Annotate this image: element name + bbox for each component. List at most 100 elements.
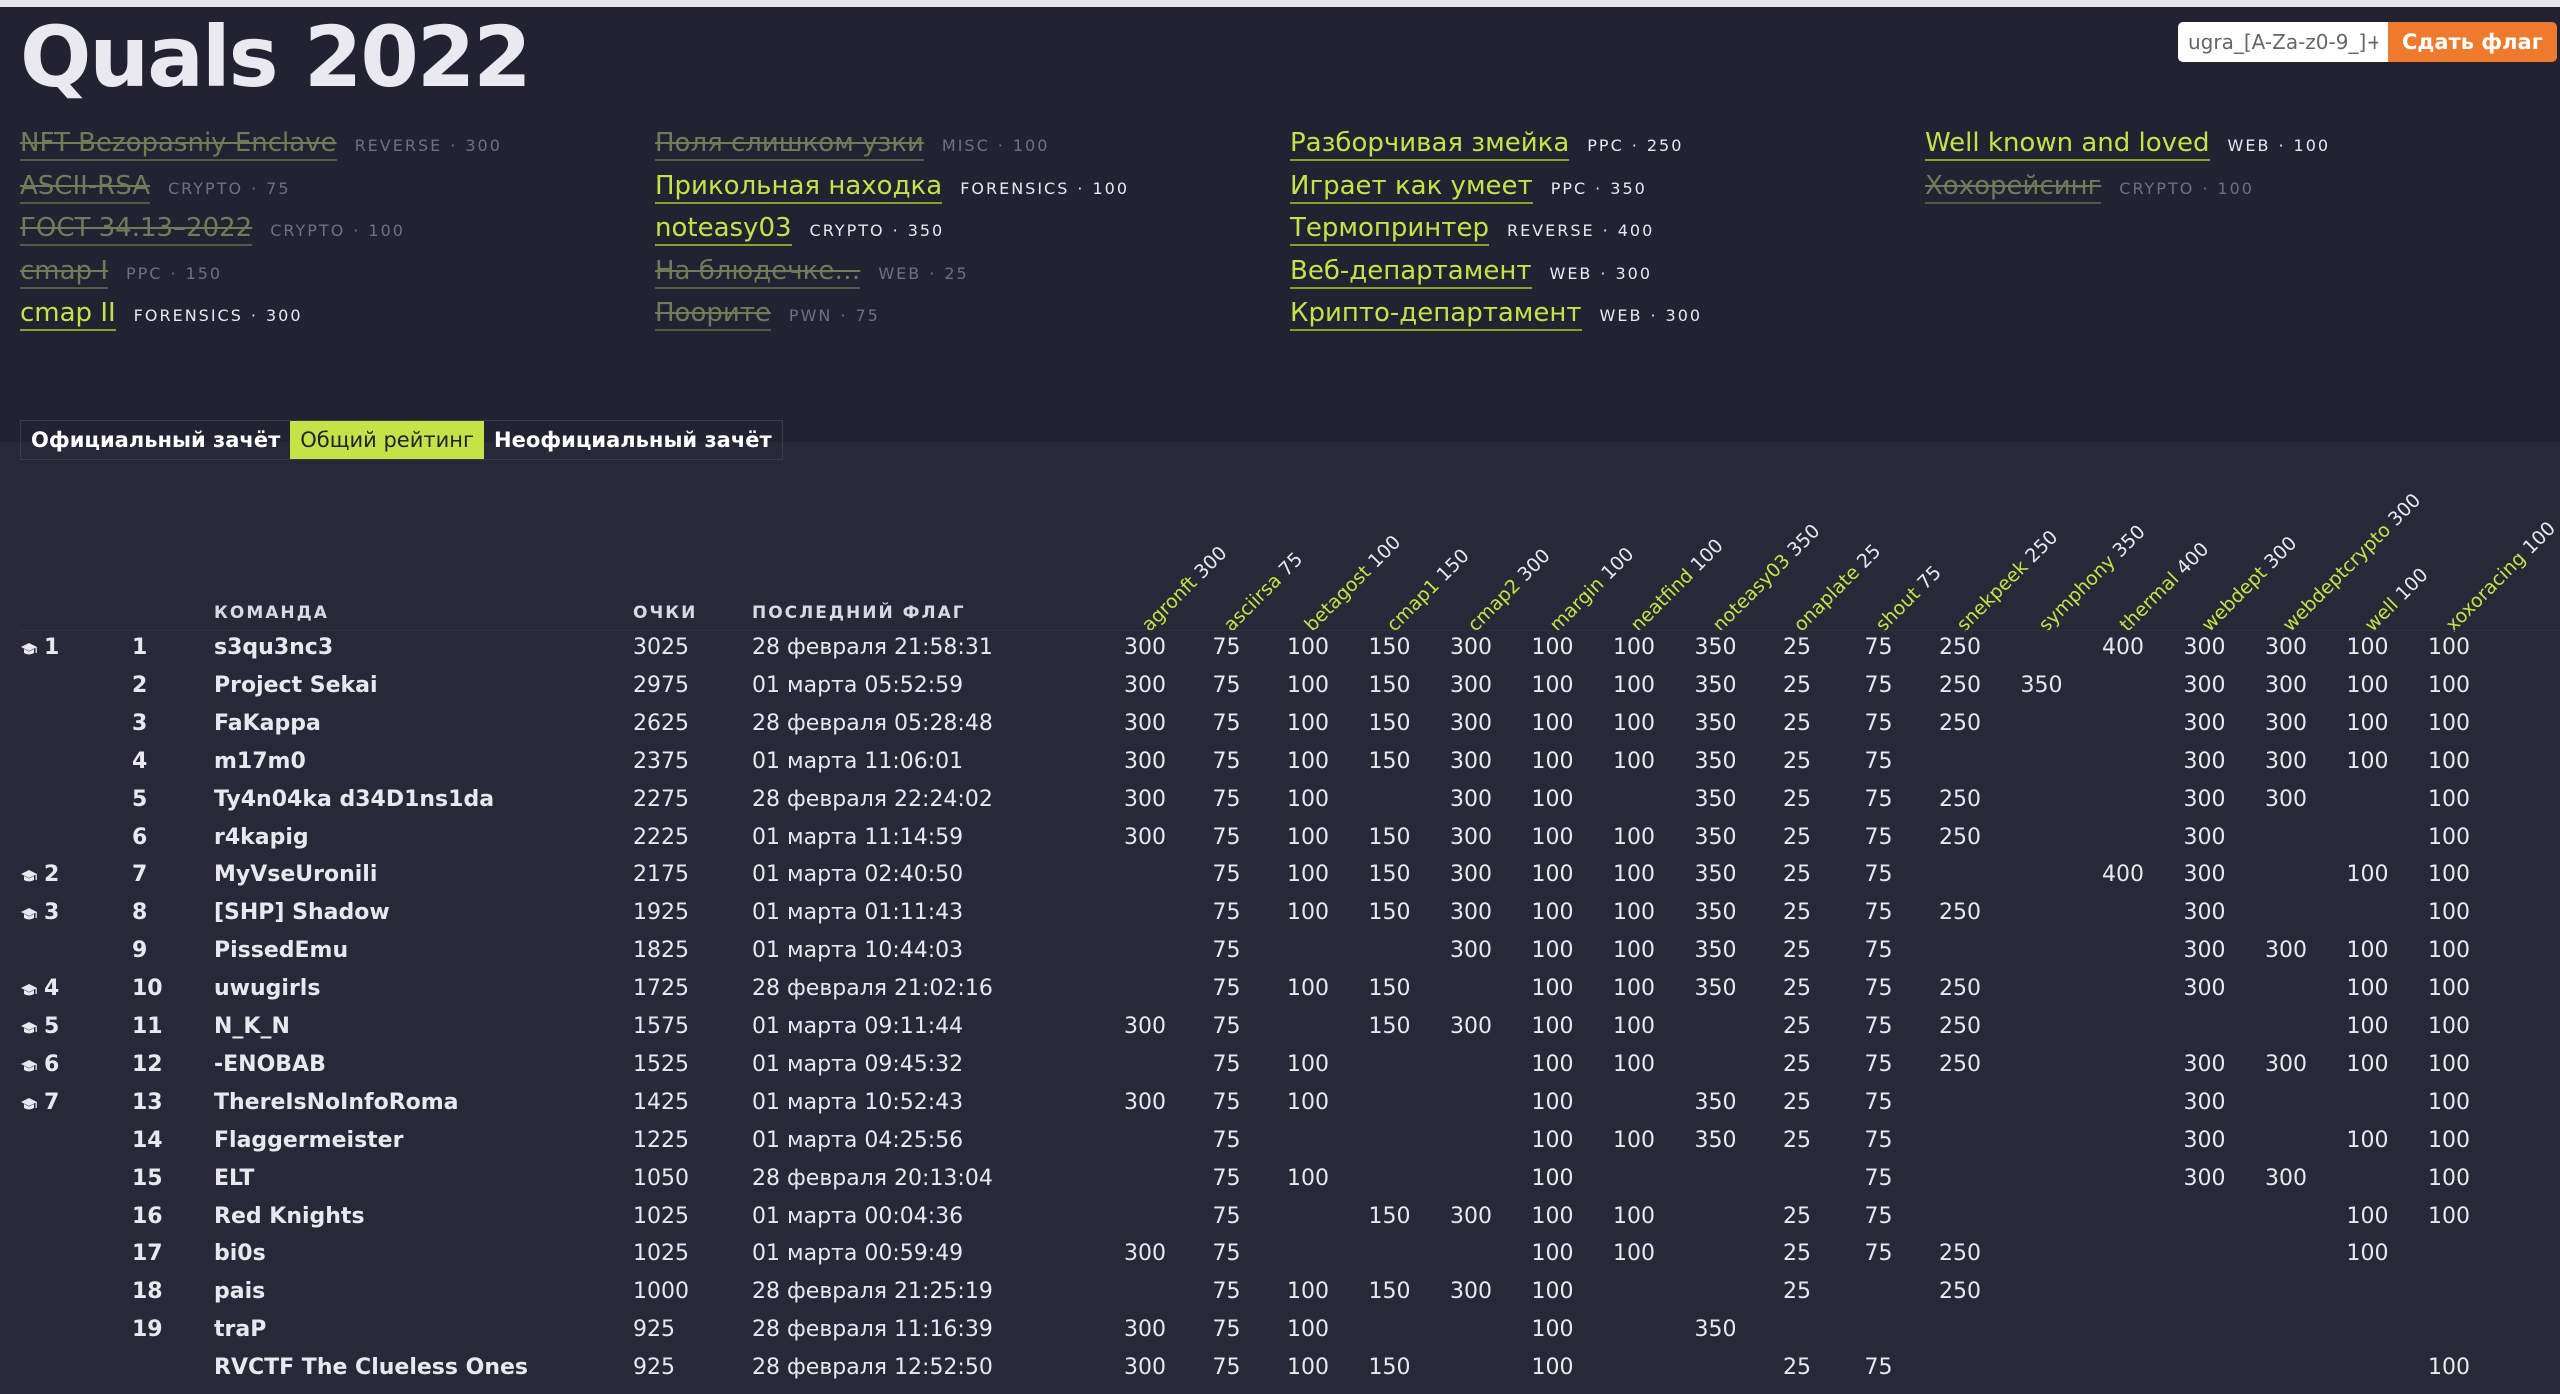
team-name[interactable]: s3qu3nc3	[214, 629, 333, 667]
task-item: Хохорейсинг CRYPTO · 100	[1925, 170, 2330, 214]
team-name[interactable]: ELT	[214, 1160, 254, 1198]
solve-cell: 100	[1287, 710, 1329, 736]
place-number: 5	[132, 786, 148, 812]
team-name[interactable]: m17m0	[214, 743, 306, 781]
scoreboard-tab[interactable]: Общий рейтинг	[290, 421, 485, 459]
team-name[interactable]: bi0s	[214, 1235, 266, 1273]
solve-cell: 75	[1864, 1051, 1893, 1077]
scoreboard-tab[interactable]: Официальный зачёт	[21, 421, 290, 459]
task-link[interactable]: Поорите	[655, 298, 771, 331]
last-flag-time: 28 февраля 21:02:16	[752, 976, 993, 1002]
team-name[interactable]: PissedEmu	[214, 932, 348, 970]
task-link[interactable]: cmap I	[20, 255, 108, 289]
team-name[interactable]: ThereIsNoInfoRoma	[214, 1084, 459, 1122]
team-score: 925	[633, 1355, 675, 1381]
separator-dot: ·	[1602, 221, 1610, 240]
last-flag-time: 28 февраля 21:58:31	[752, 635, 993, 660]
solve-cell: 25	[1783, 672, 1811, 698]
team-name[interactable]: traP	[214, 1311, 266, 1349]
team-name[interactable]: MyVseUronili	[214, 856, 377, 894]
last-flag-time: 28 февраля 11:16:39	[752, 1317, 993, 1343]
team-name[interactable]: Project Sekai	[214, 667, 378, 705]
place-number: 2	[132, 672, 148, 698]
task-link[interactable]: Хохорейсинг	[1925, 170, 2102, 204]
task-link[interactable]: noteasy03	[655, 213, 792, 246]
solve-cell: 100	[1287, 976, 1329, 1002]
task-link[interactable]: Поля слишком узки	[655, 128, 924, 161]
task-meta: REVERSE · 400	[1507, 221, 1654, 240]
task-item: NFT Bezopasniy Enclave REVERSE · 300	[20, 128, 502, 171]
task-link[interactable]: ГОСТ 34.13–2022	[20, 213, 253, 246]
solve-cell: 100	[1531, 1355, 1574, 1381]
official-rank: 2	[20, 856, 59, 894]
official-rank: 4	[20, 970, 59, 1008]
solve-cell: 350	[1694, 786, 1737, 812]
team-name[interactable]: Ty4n04ka d34D1ns1da	[214, 781, 494, 819]
solve-cell: 300	[1450, 786, 1492, 812]
solve-cell: 300	[1450, 862, 1492, 888]
solve-cell: 100	[2346, 1127, 2389, 1153]
task-link[interactable]: cmap II	[20, 298, 116, 331]
team-name[interactable]: uwugirls	[214, 970, 320, 1008]
task-category: WEB	[878, 263, 922, 283]
submit-flag-button[interactable]: Сдать флаг	[2388, 22, 2557, 62]
task-link[interactable]: Термопринтер	[1290, 213, 1489, 246]
task-item: noteasy03 CRYPTO · 350	[655, 213, 1129, 256]
task-item: ASCII-RSA CRYPTO · 75	[20, 170, 502, 214]
task-link[interactable]: Прикольная находка	[655, 170, 943, 204]
solve-cell: 75	[1212, 938, 1241, 964]
team-name[interactable]: pais	[214, 1273, 265, 1311]
task-link[interactable]: Well known and loved	[1925, 128, 2210, 161]
official-rank: 3	[20, 894, 59, 932]
task-points: 150	[185, 263, 223, 283]
task-category: CRYPTO	[270, 221, 346, 240]
task-points: 300	[1615, 263, 1653, 283]
team-name[interactable]: -ENOBAB	[214, 1046, 326, 1084]
task-item: Крипто-департамент WEB · 300	[1290, 298, 1702, 341]
flag-input[interactable]	[2178, 22, 2388, 62]
task-link[interactable]: ASCII-RSA	[20, 170, 150, 204]
solve-cell: 75	[1212, 976, 1241, 1002]
last-flag-time: 01 марта 09:45:32	[752, 1051, 964, 1077]
table-row: 3 8 [SHP] Shadow 1925 01 марта 01:11:43 75 100…	[0, 894, 2560, 932]
task-link[interactable]: На блюдечке…	[655, 255, 861, 289]
team-name[interactable]: N_K_N	[214, 1008, 290, 1046]
scoreboard-tab[interactable]: Неофициальный зачёт	[484, 421, 782, 459]
separator-dot: ·	[840, 306, 848, 325]
separator-dot: ·	[1595, 178, 1603, 198]
task-link[interactable]: Крипто-департамент	[1290, 298, 1582, 331]
team-score: 2375	[633, 748, 689, 774]
solve-cell: 300	[2183, 862, 2226, 888]
solve-cell: 100	[1531, 1203, 1574, 1229]
team-name[interactable]: RVCTF The Clueless Ones	[214, 1349, 528, 1387]
solve-cell: 300	[2183, 1051, 2226, 1077]
team-name[interactable]: FaKappa	[214, 705, 321, 743]
solve-cell: 75	[1864, 710, 1893, 736]
solve-cell: 300	[2265, 1165, 2307, 1191]
solve-cell: 300	[1450, 1279, 1492, 1305]
task-link[interactable]: NFT Bezopasniy Enclave	[20, 128, 337, 161]
solve-cell: 300	[2183, 710, 2226, 736]
task-link[interactable]: Играет как умеет	[1290, 170, 1533, 204]
team-score: 1050	[633, 1165, 689, 1191]
task-link[interactable]: Разборчивая змейка	[1290, 128, 1570, 161]
team-name[interactable]: Red Knights	[214, 1198, 365, 1236]
task-points: 100	[1092, 178, 1130, 198]
team-name[interactable]: [SHP] Shadow	[214, 894, 390, 932]
solve-cell: 250	[1939, 710, 1981, 736]
official-rank: 6	[20, 1046, 59, 1084]
solve-cell: 100	[1287, 1089, 1329, 1115]
separator-dot: ·	[2202, 178, 2210, 198]
solve-cell: 300	[2183, 672, 2226, 698]
task-item: Поорите PWN · 75	[655, 298, 1129, 341]
solve-cell: 75	[1212, 900, 1241, 926]
solve-cell: 100	[2346, 1014, 2389, 1039]
solve-cell: 100	[1613, 900, 1655, 926]
team-name[interactable]: r4kapig	[214, 819, 309, 857]
task-link[interactable]: Веб-департамент	[1290, 255, 1532, 289]
team-name[interactable]: Flaggermeister	[214, 1122, 403, 1160]
official-rank: 5	[20, 1008, 59, 1046]
team-score: 1825	[633, 938, 689, 964]
solve-cell: 350	[1694, 710, 1737, 736]
solve-cell: 350	[1694, 1317, 1737, 1343]
